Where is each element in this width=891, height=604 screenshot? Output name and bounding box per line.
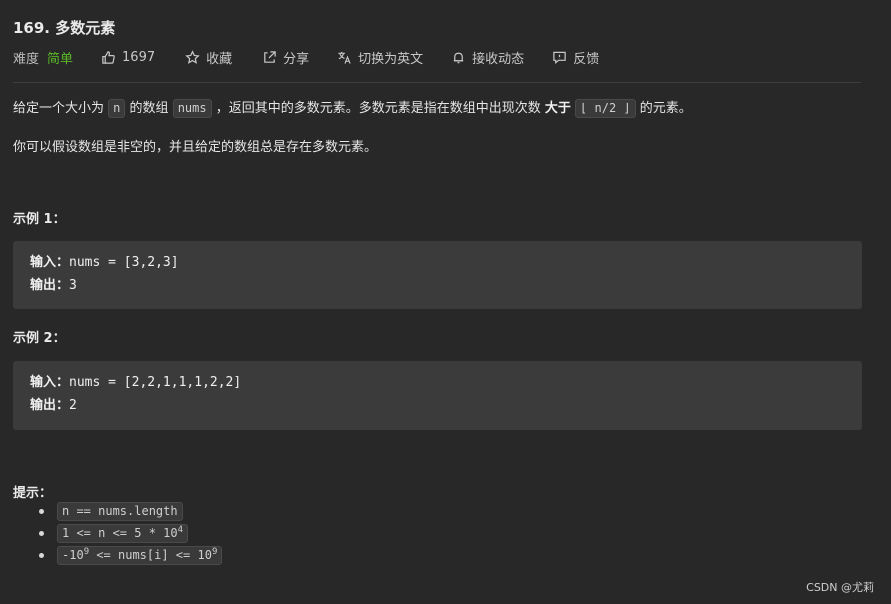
desc-text: 给定一个大小为 <box>13 101 105 116</box>
feedback-button[interactable]: 反馈 <box>552 48 599 67</box>
share-label: 分享 <box>283 51 310 67</box>
csdn-watermark: CSDN @尤莉 <box>806 581 874 594</box>
input-label: 输入： <box>30 255 70 270</box>
hint-code: n == nums.length <box>57 501 183 521</box>
hint-item: 1 <= n <= 5 * 104 <box>36 522 222 544</box>
collect-button[interactable]: 收藏 <box>185 48 232 67</box>
example-2-title: 示例 2： <box>13 331 66 346</box>
like-count: 1697 <box>122 49 156 65</box>
example-1-title: 示例 1： <box>13 212 66 227</box>
share-icon <box>264 50 276 63</box>
output-label: 输出： <box>30 278 70 293</box>
input-label: 输入： <box>30 375 70 390</box>
inline-code-nums: nums <box>172 99 212 118</box>
problem-page: 169. 多数元素 难度 简单 1697 收藏 分享 切换为英文 接收动态 反馈… <box>0 0 891 604</box>
translate-icon <box>338 51 351 64</box>
inline-code-n: n <box>108 99 126 118</box>
hint-code: -109 <= nums[i] <= 109 <box>57 545 223 565</box>
feedback-label: 反馈 <box>573 51 600 67</box>
example-1-output: 输出：3 <box>30 276 77 296</box>
difficulty-value: 简单 <box>47 51 74 67</box>
hints-title: 提示： <box>13 486 53 501</box>
output-label: 输出： <box>30 398 70 413</box>
collect-label: 收藏 <box>206 51 233 67</box>
example-1-input: 输入：nums = [3,2,3] <box>30 253 179 273</box>
output-value: 3 <box>69 278 77 293</box>
desc-text: 的元素。 <box>639 101 692 116</box>
switch-language-button[interactable]: 切换为英文 <box>337 48 423 67</box>
inline-code-floor: ⌊ n/2 ⌋ <box>575 99 636 118</box>
desc-text: ，返回其中的多数元素。多数元素是指在数组中出现次数 <box>215 101 541 116</box>
thumbs-up-icon <box>102 50 115 64</box>
switch-language-label: 切换为英文 <box>358 51 424 67</box>
bullet-dot <box>39 509 44 514</box>
feedback-icon <box>553 51 566 64</box>
problem-description: 给定一个大小为 n 的数组 nums ，返回其中的多数元素。多数元素是指在数组中… <box>13 98 873 120</box>
output-value: 2 <box>69 398 77 413</box>
problem-title: 169. 多数元素 <box>13 19 116 37</box>
header-divider <box>13 82 861 83</box>
difficulty-label: 难度 <box>13 51 40 67</box>
problem-meta-bar: 难度 简单 1697 收藏 分享 切换为英文 接收动态 反馈 <box>13 48 599 67</box>
hint-code: 1 <= n <= 5 * 104 <box>57 523 189 543</box>
subscribe-label: 接收动态 <box>472 51 525 67</box>
like-button[interactable]: 1697 <box>101 50 155 65</box>
share-button[interactable]: 分享 <box>262 48 309 67</box>
desc-bold-greater: 大于 <box>544 101 571 116</box>
hint-item: -109 <= nums[i] <= 109 <box>36 544 223 566</box>
bell-icon <box>453 52 464 63</box>
bullet-dot <box>39 531 44 536</box>
input-value: nums = [3,2,3] <box>69 255 179 270</box>
example-2-input: 输入：nums = [2,2,1,1,1,2,2] <box>30 373 241 393</box>
input-value: nums = [2,2,1,1,1,2,2] <box>69 375 242 390</box>
example-2-output: 输出：2 <box>30 396 77 416</box>
hints-list: n == nums.length 1 <= n <= 5 * 104 -109 … <box>36 500 223 566</box>
subscribe-button[interactable]: 接收动态 <box>451 48 524 67</box>
bullet-dot <box>39 553 44 558</box>
hint-item: n == nums.length <box>36 500 222 522</box>
star-icon <box>185 49 200 64</box>
desc-text: 的数组 <box>129 101 169 116</box>
example-2-box: 输入：nums = [2,2,1,1,1,2,2] 输出：2 <box>13 361 862 430</box>
example-1-box: 输入：nums = [3,2,3] 输出：3 <box>13 241 862 309</box>
description-paragraph-2: 你可以假设数组是非空的，并且给定的数组总是存在多数元素。 <box>13 140 378 155</box>
